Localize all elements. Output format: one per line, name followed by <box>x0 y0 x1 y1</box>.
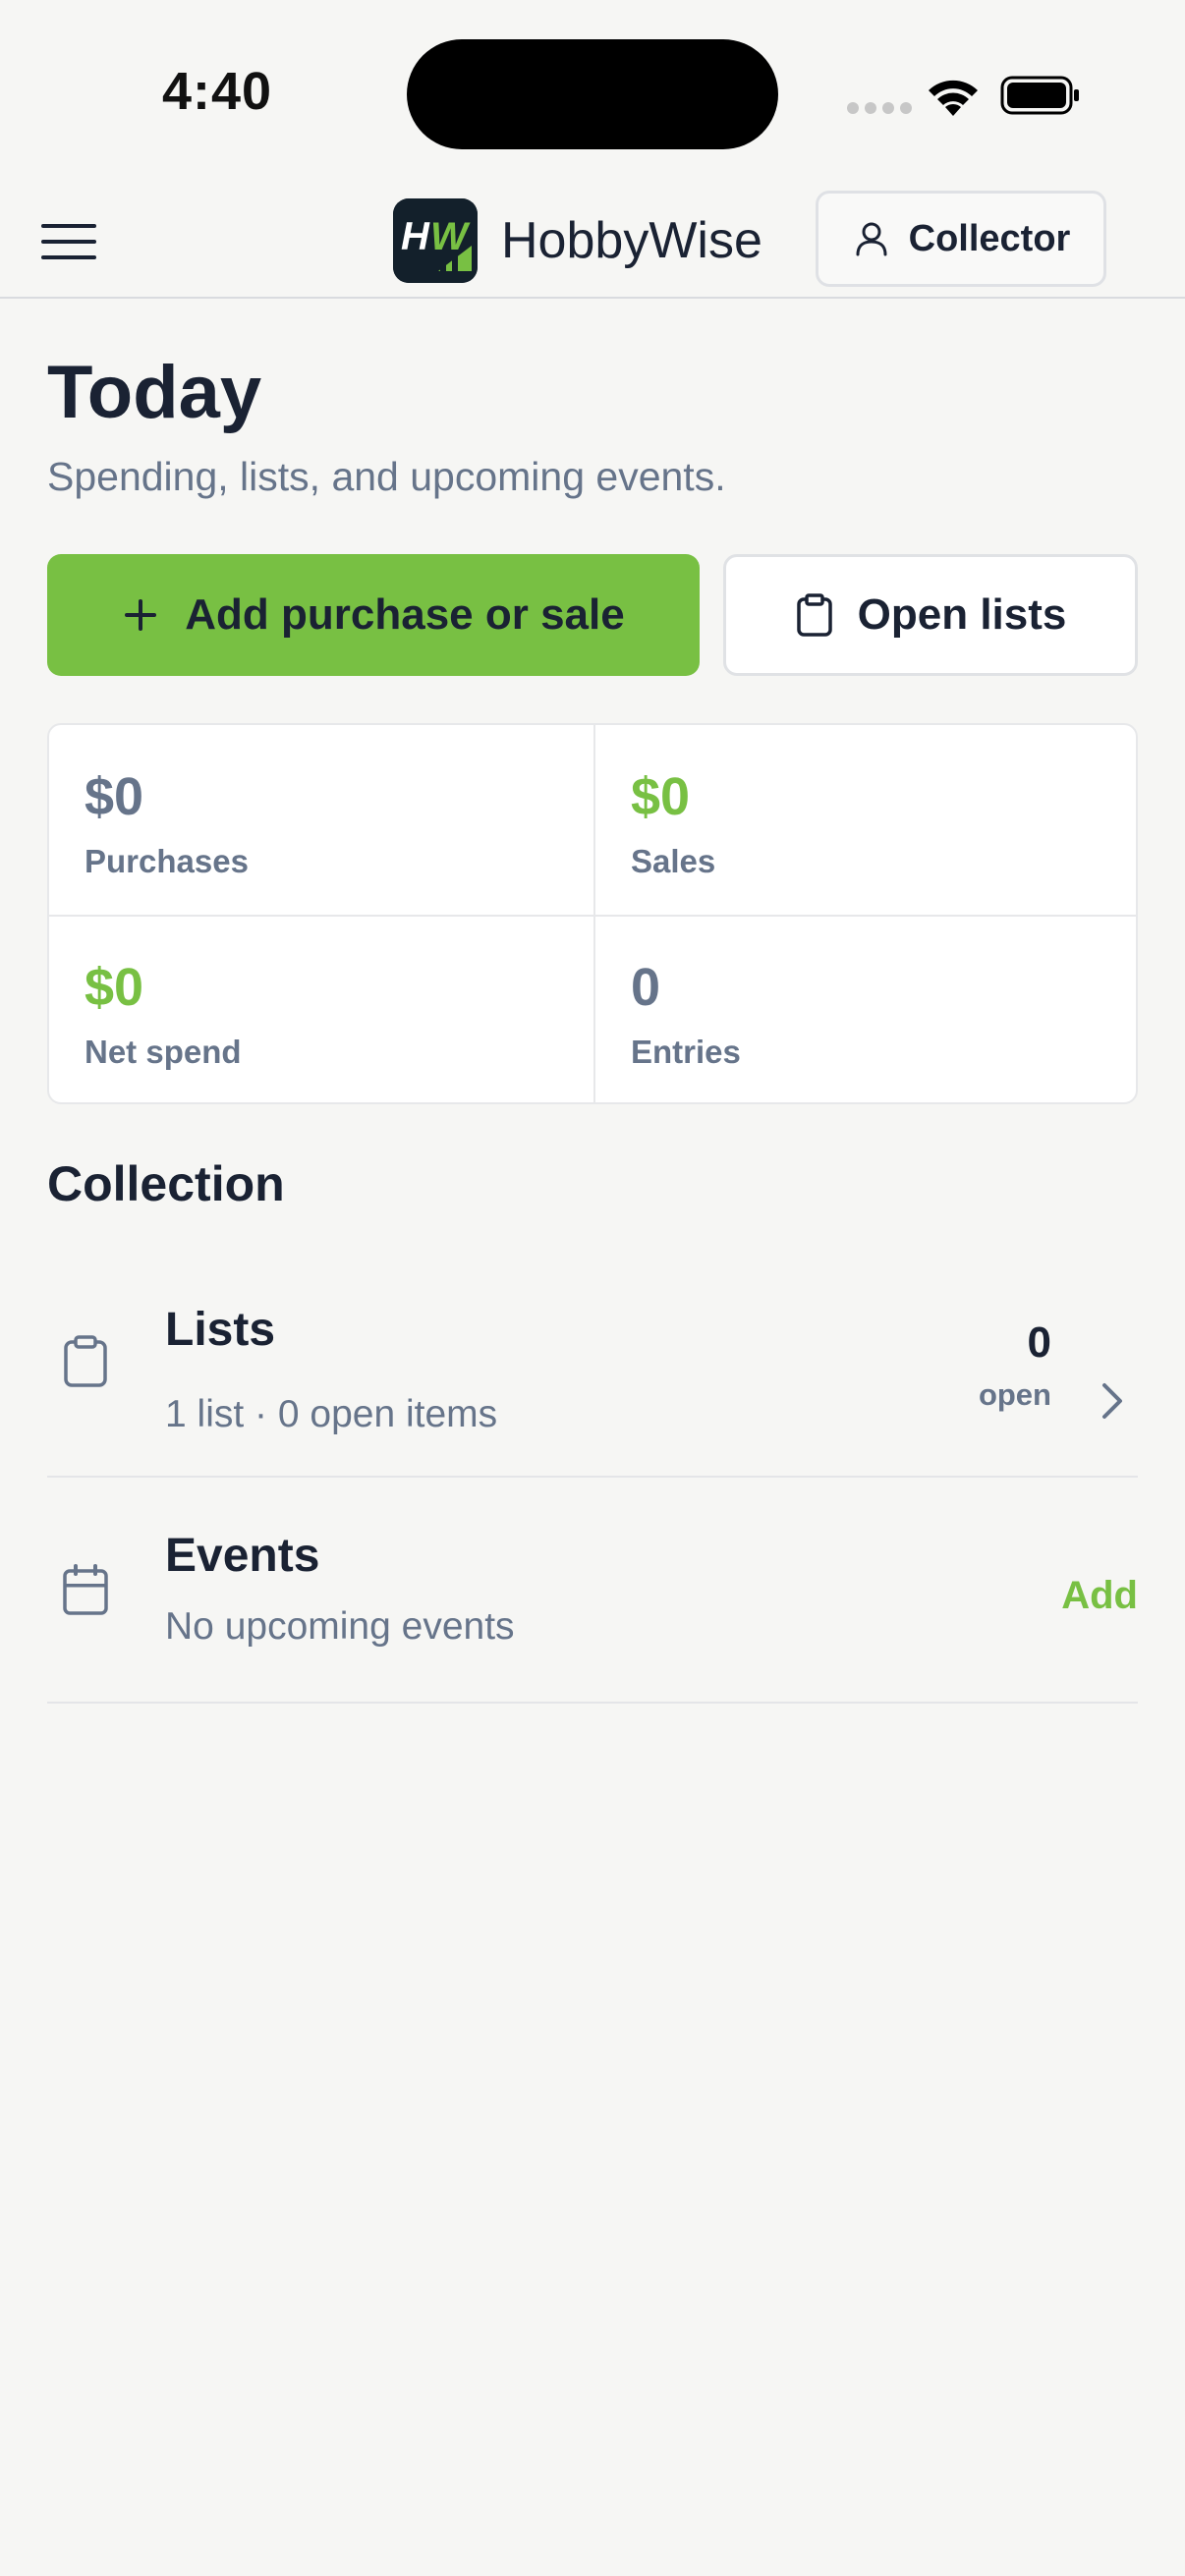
app-logo: H W <box>393 198 478 283</box>
events-title: Events <box>165 1530 320 1582</box>
add-purchase-label: Add purchase or sale <box>185 590 625 639</box>
stat-value: $0 <box>85 958 144 1017</box>
stat-net-spend: $0 Net spend <box>85 961 615 1071</box>
stat-value: 0 <box>631 958 661 1017</box>
lists-subtitle: 1 list · 0 open items <box>165 1393 498 1435</box>
add-purchase-button[interactable]: Add purchase or sale <box>47 554 700 676</box>
add-event-button[interactable]: Add <box>1061 1574 1138 1618</box>
lists-row[interactable]: Lists 1 list · 0 open items 0 open <box>47 1267 1138 1478</box>
wifi-icon <box>929 80 978 116</box>
profile-button-label: Collector <box>908 217 1071 259</box>
stat-label: Net spend <box>85 1034 242 1070</box>
section-title-collection: Collection <box>47 1156 285 1211</box>
plus-icon <box>125 599 157 631</box>
stat-value: $0 <box>85 767 144 826</box>
stat-purchases: $0 Purchases <box>85 770 615 880</box>
clipboard-icon <box>64 1335 107 1387</box>
calendar-icon <box>63 1564 108 1615</box>
stat-value: $0 <box>631 767 691 826</box>
stat-entries: 0 Entries <box>631 961 1161 1071</box>
open-count: 0 <box>1027 1318 1051 1367</box>
svg-text:W: W <box>430 215 471 258</box>
status-bar: 4:40 <box>0 0 1185 187</box>
divider <box>49 915 1136 917</box>
clipboard-icon <box>796 593 832 637</box>
open-count-label: open <box>978 1377 1051 1412</box>
hamburger-menu-icon[interactable] <box>39 218 98 265</box>
stat-sales: $0 Sales <box>631 770 1161 880</box>
app-header: H W HobbyWise Collector <box>0 187 1185 299</box>
page-title: Today <box>47 351 262 434</box>
stat-label: Entries <box>631 1034 741 1070</box>
dynamic-island <box>407 39 778 149</box>
open-lists-button[interactable]: Open lists <box>723 554 1138 676</box>
battery-icon <box>1000 76 1079 115</box>
user-icon <box>856 222 887 256</box>
stats-grid: $0 Purchases $0 Sales $0 Net spend 0 Ent… <box>47 723 1138 1104</box>
status-time: 4:40 <box>162 62 273 121</box>
stat-label: Sales <box>631 843 716 879</box>
page-subtitle: Spending, lists, and upcoming events. <box>47 454 726 499</box>
lists-title: Lists <box>165 1304 276 1356</box>
open-lists-label: Open lists <box>857 590 1067 639</box>
app-name: HobbyWise <box>501 212 762 269</box>
stat-label: Purchases <box>85 843 249 879</box>
svg-text:H: H <box>401 215 430 258</box>
events-row[interactable]: Events No upcoming events Add <box>47 1478 1138 1704</box>
events-subtitle: No upcoming events <box>165 1605 515 1648</box>
profile-button[interactable]: Collector <box>816 191 1106 287</box>
signal-dots-icon <box>847 102 912 114</box>
chevron-right-icon <box>1102 1383 1122 1419</box>
brand: H W HobbyWise <box>393 198 762 283</box>
